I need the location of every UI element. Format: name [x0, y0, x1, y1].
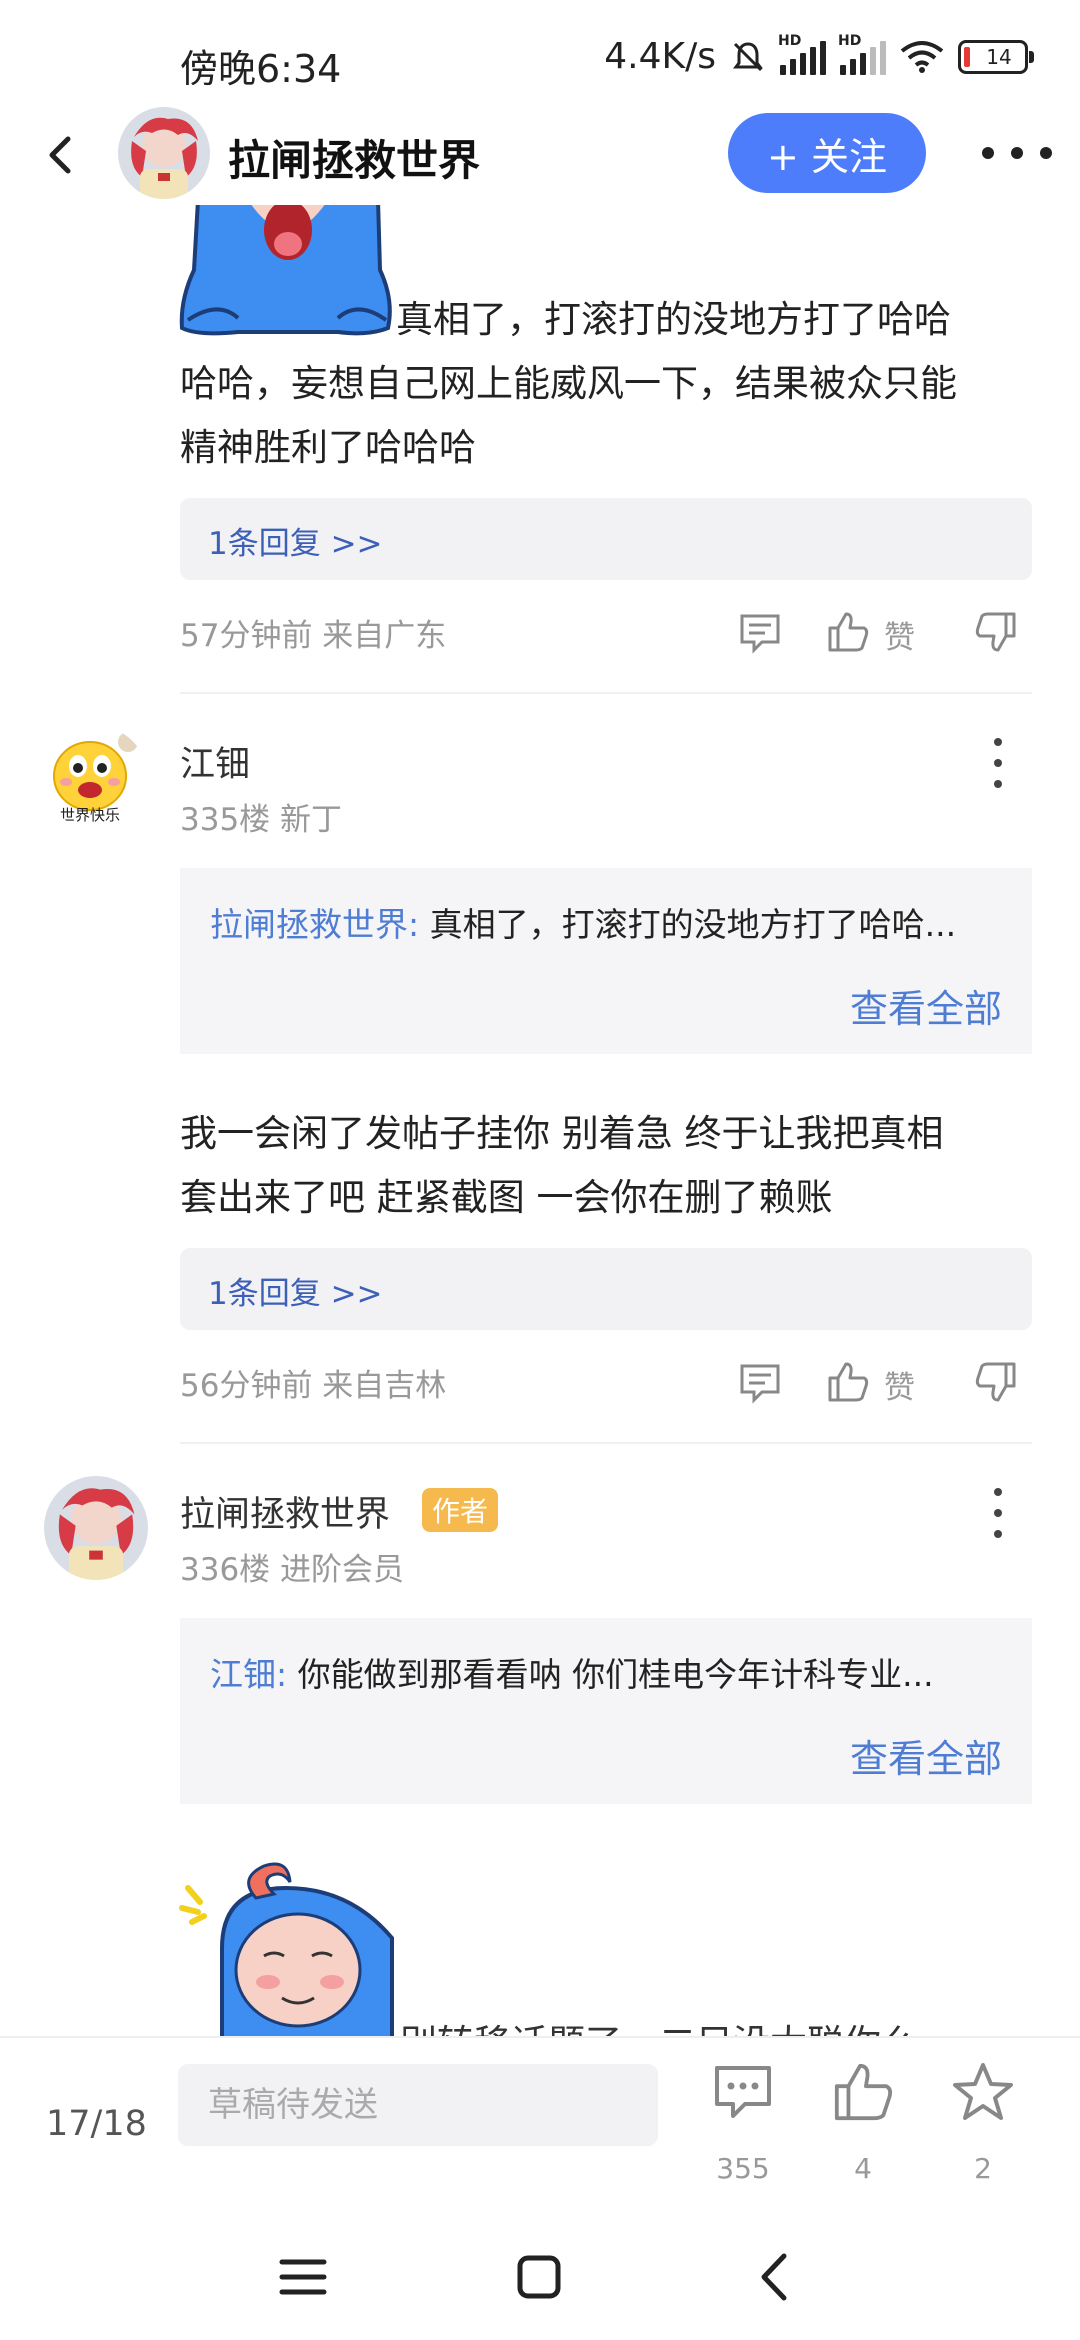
- signal-icon: HD: [778, 33, 826, 75]
- post-meta: 56分钟前 来自吉林: [180, 1368, 447, 1404]
- post-actions: 赞: [738, 604, 1038, 664]
- system-nav-bar: [0, 2206, 1080, 2340]
- post-menu-icon[interactable]: [990, 738, 1006, 788]
- comment-count: 355: [716, 2152, 770, 2185]
- post-text-line: 我一会闲了发帖子挂你 别着急 终于让我把真相: [180, 1112, 944, 1155]
- floor-info: 335楼 新丁: [180, 802, 343, 838]
- author-avatar[interactable]: [118, 107, 210, 199]
- like-icon[interactable]: [826, 610, 870, 654]
- comment-icon[interactable]: [738, 1360, 782, 1404]
- like-count-icon: [834, 2063, 893, 2121]
- more-options-icon[interactable]: [982, 133, 1052, 173]
- quote-text: 你能做到那看看呐 你们桂电今年计科专业...: [287, 1655, 934, 1694]
- status-icons: 4.4K/s HD HD 14: [604, 33, 1034, 77]
- star-icon: [953, 2063, 1013, 2120]
- like-label[interactable]: 赞: [884, 1362, 915, 1407]
- quote-author: 江钿:: [210, 1655, 288, 1694]
- page-indicator[interactable]: 17/18: [46, 2104, 147, 2144]
- quoted-post[interactable]: 江钿: 你能做到那看看呐 你们桂电今年计科专业... 查看全部: [180, 1618, 1032, 1804]
- comment-count-icon: [715, 2066, 771, 2118]
- signal-icon: HD: [838, 33, 886, 75]
- back-nav-icon[interactable]: [740, 2242, 810, 2312]
- post-menu-icon[interactable]: [990, 1488, 1006, 1538]
- menu-icon[interactable]: [268, 2242, 338, 2312]
- post-text-line: 真相了，打滚打的没地方打了哈哈: [396, 298, 951, 341]
- username[interactable]: 江钿: [180, 736, 250, 787]
- username[interactable]: 拉闸拯救世界: [180, 1486, 390, 1537]
- user-avatar[interactable]: 世界快乐: [44, 726, 148, 830]
- status-time: 傍晚6:34: [180, 47, 342, 91]
- quote-line: 拉闸拯救世界: 真相了，打滚打的没地方打了哈哈...: [210, 898, 1010, 946]
- favorite-button[interactable]: 2: [928, 2056, 1038, 2185]
- svg-text:世界快乐: 世界快乐: [60, 806, 120, 824]
- post-actions: 赞: [738, 1354, 1038, 1414]
- reply-input[interactable]: [178, 2064, 658, 2146]
- author-badge: 作者: [422, 1488, 499, 1532]
- network-speed: 4.4K/s: [604, 36, 716, 77]
- like-count: 4: [854, 2152, 872, 2185]
- star-count: 2: [974, 2152, 992, 2185]
- wifi-icon: [900, 40, 944, 73]
- mute-icon: [733, 41, 763, 71]
- thread-author-name[interactable]: 拉闸拯救世界: [228, 127, 480, 188]
- status-bar: 傍晚6:34 4.4K/s HD HD 14: [0, 0, 1080, 120]
- comment-button[interactable]: 355: [688, 2056, 798, 2185]
- post-text-line: 哈哈，妄想自己网上能威风一下，结果被众只能: [180, 362, 957, 405]
- dislike-icon[interactable]: [974, 1360, 1018, 1404]
- thread-header: 拉闸拯救世界 + 关注: [0, 105, 1080, 205]
- quote-text: 真相了，打滚打的没地方打了哈哈...: [419, 905, 957, 944]
- floor-info: 336楼 进阶会员: [180, 1552, 405, 1588]
- home-icon[interactable]: [504, 2242, 574, 2312]
- like-button[interactable]: 4: [808, 2056, 918, 2185]
- post-text-line: 精神胜利了哈哈哈: [180, 426, 476, 469]
- battery-icon: 14: [958, 39, 1034, 74]
- post-meta: 57分钟前 来自广东: [180, 618, 447, 654]
- bottom-action-bar: 17/18 355 4 2: [0, 2036, 1080, 2208]
- dislike-icon[interactable]: [974, 610, 1018, 654]
- like-icon[interactable]: [826, 1360, 870, 1404]
- view-all-link[interactable]: 查看全部: [850, 1728, 1002, 1783]
- quote-line: 江钿: 你能做到那看看呐 你们桂电今年计科专业...: [210, 1648, 1010, 1696]
- comment-icon[interactable]: [738, 610, 782, 654]
- post-text-line: 套出来了吧 赶紧截图 一会你在删了赖账: [180, 1176, 833, 1219]
- sticker-image: [179, 200, 392, 336]
- divider: [180, 692, 1032, 694]
- view-all-link[interactable]: 查看全部: [850, 978, 1002, 1033]
- sticker-image: [179, 1862, 394, 2038]
- reply-link[interactable]: 1条回复 >>: [180, 1248, 1032, 1330]
- user-avatar[interactable]: [44, 1476, 148, 1580]
- reply-link[interactable]: 1条回复 >>: [180, 498, 1032, 580]
- divider: [180, 1442, 1032, 1444]
- quote-author: 拉闸拯救世界:: [210, 905, 420, 944]
- follow-button[interactable]: + 关注: [728, 113, 926, 193]
- quoted-post[interactable]: 拉闸拯救世界: 真相了，打滚打的没地方打了哈哈... 查看全部: [180, 868, 1032, 1054]
- back-icon[interactable]: [30, 125, 90, 185]
- like-label[interactable]: 赞: [884, 612, 915, 657]
